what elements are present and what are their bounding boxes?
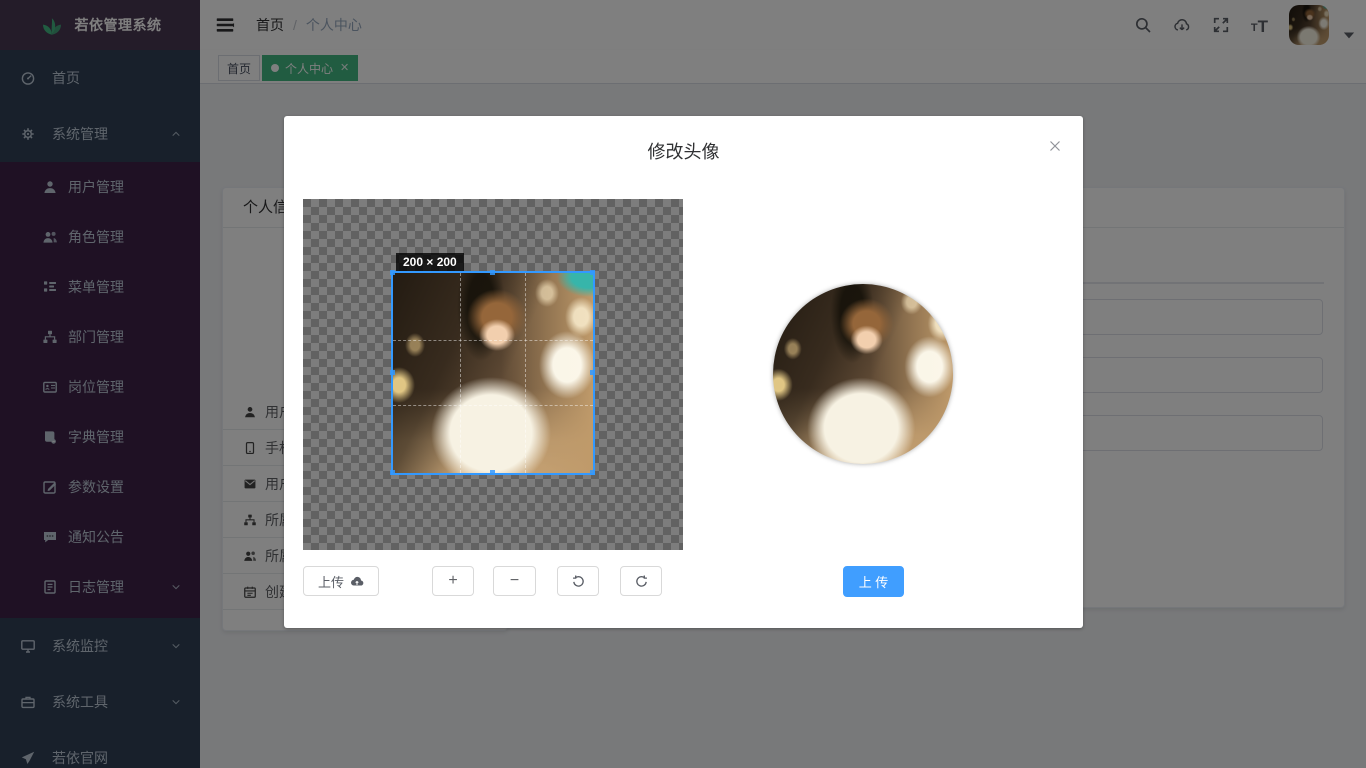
dialog-title: 修改头像 bbox=[284, 116, 1083, 164]
close-icon[interactable] bbox=[1047, 138, 1063, 154]
zoom-out-button[interactable]: − bbox=[493, 566, 536, 596]
crop-handle[interactable] bbox=[390, 370, 395, 375]
crop-handle[interactable] bbox=[590, 270, 595, 275]
crop-box[interactable] bbox=[393, 273, 593, 473]
crop-handle[interactable] bbox=[390, 270, 395, 275]
avatar-preview-circle bbox=[773, 284, 953, 464]
crop-size-badge: 200 × 200 bbox=[396, 253, 464, 271]
rotate-left-button[interactable] bbox=[557, 566, 599, 596]
avatar-cropper-canvas[interactable]: 200 × 200 bbox=[303, 199, 683, 550]
rotate-right-icon bbox=[634, 574, 649, 589]
upload-cloud-icon bbox=[350, 574, 364, 588]
zoom-in-button[interactable]: + bbox=[432, 566, 474, 596]
rotate-left-icon bbox=[571, 574, 586, 589]
avatar-dialog: 修改头像 200 × 200 上传 +− 上 传 bbox=[284, 116, 1083, 628]
rotate-right-button[interactable] bbox=[620, 566, 662, 596]
crop-handle[interactable] bbox=[390, 470, 395, 475]
choose-file-upload-button[interactable]: 上传 bbox=[303, 566, 379, 596]
upload-submit-button[interactable]: 上 传 bbox=[843, 566, 904, 597]
crop-handle[interactable] bbox=[590, 470, 595, 475]
crop-guide-vertical bbox=[460, 273, 527, 473]
app-root: 若依管理系统 首页系统管理用户管理角色管理菜单管理部门管理岗位管理字典管理参数设… bbox=[0, 0, 1366, 768]
crop-handle[interactable] bbox=[490, 270, 495, 275]
crop-handle[interactable] bbox=[490, 470, 495, 475]
crop-handle[interactable] bbox=[590, 370, 595, 375]
